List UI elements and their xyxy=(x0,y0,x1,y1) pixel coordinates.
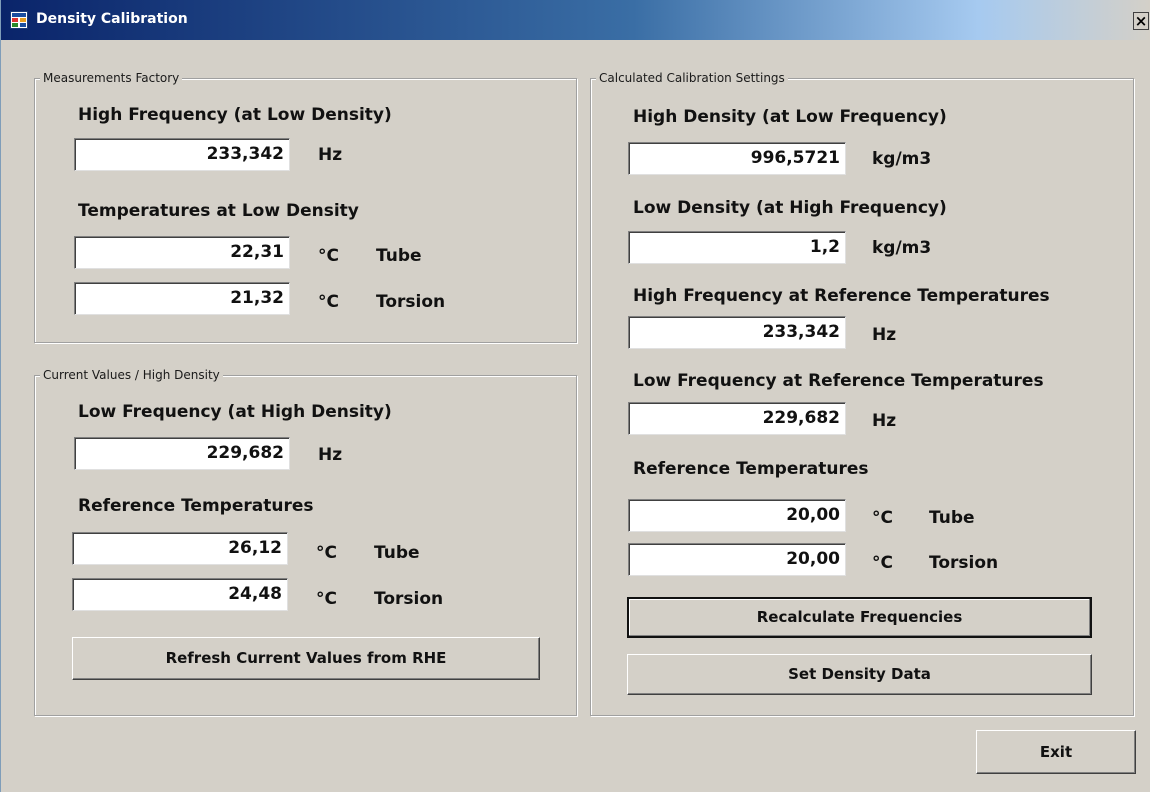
recalculate-frequencies-button[interactable]: Recalculate Frequencies xyxy=(627,597,1092,638)
set-density-data-button[interactable]: Set Density Data xyxy=(627,654,1092,695)
torsion-label: Torsion xyxy=(374,589,444,609)
exit-button[interactable]: Exit xyxy=(976,730,1136,774)
low-frequency-field[interactable]: 229,682 xyxy=(74,437,290,470)
group-legend: Current Values / High Density xyxy=(40,367,223,383)
torsion-temp-unit: °C xyxy=(316,589,337,609)
app-icon xyxy=(10,11,28,29)
torsion-label: Torsion xyxy=(929,553,999,573)
tube-temp-unit: °C xyxy=(318,246,339,266)
high-density-field[interactable]: 996,5721 xyxy=(628,142,846,175)
window-title: Density Calibration xyxy=(36,11,188,27)
close-button[interactable]: × xyxy=(1133,12,1149,30)
low-frequency-reference-label: Low Frequency at Reference Temperatures xyxy=(633,371,1044,391)
temperatures-low-density-label: Temperatures at Low Density xyxy=(78,201,359,221)
high-frequency-label: High Frequency (at Low Density) xyxy=(78,105,392,125)
high-density-label: High Density (at Low Frequency) xyxy=(633,107,947,127)
high-frequency-reference-field[interactable]: 233,342 xyxy=(628,316,846,349)
low-density-unit: kg/m3 xyxy=(872,238,932,258)
high-frequency-field[interactable]: 233,342 xyxy=(74,138,290,171)
current-torsion-temp-field[interactable]: 24,48 xyxy=(72,578,288,611)
low-frequency-reference-field[interactable]: 229,682 xyxy=(628,402,846,435)
torsion-temp-unit: °C xyxy=(318,292,339,312)
high-frequency-reference-unit: Hz xyxy=(872,325,897,345)
current-tube-temp-field[interactable]: 26,12 xyxy=(72,532,288,565)
refresh-current-values-button[interactable]: Refresh Current Values from RHE xyxy=(72,637,540,680)
tube-label: Tube xyxy=(376,246,422,266)
torsion-label: Torsion xyxy=(376,292,446,312)
tube-label: Tube xyxy=(929,508,975,528)
group-legend: Measurements Factory xyxy=(40,70,183,86)
torsion-temp-unit: °C xyxy=(872,553,893,573)
low-frequency-unit: Hz xyxy=(318,445,343,465)
low-frequency-reference-unit: Hz xyxy=(872,411,897,431)
low-frequency-label: Low Frequency (at High Density) xyxy=(78,402,392,422)
reference-temperatures-label: Reference Temperatures xyxy=(633,459,869,479)
title-bar[interactable]: Density Calibration × xyxy=(1,0,1150,40)
low-density-tube-temp-field[interactable]: 22,31 xyxy=(74,236,290,269)
density-calibration-window: Density Calibration × Measurements Facto… xyxy=(0,0,1150,792)
tube-label: Tube xyxy=(374,543,420,563)
low-density-field[interactable]: 1,2 xyxy=(628,231,846,264)
reference-tube-temp-field[interactable]: 20,00 xyxy=(628,499,846,532)
tube-temp-unit: °C xyxy=(316,543,337,563)
reference-temperatures-label: Reference Temperatures xyxy=(78,496,314,516)
high-density-unit: kg/m3 xyxy=(872,149,932,169)
reference-torsion-temp-field[interactable]: 20,00 xyxy=(628,543,846,576)
high-frequency-unit: Hz xyxy=(318,145,343,165)
group-legend: Calculated Calibration Settings xyxy=(596,70,788,86)
high-frequency-reference-label: High Frequency at Reference Temperatures xyxy=(633,286,1050,306)
low-density-label: Low Density (at High Frequency) xyxy=(633,198,947,218)
tube-temp-unit: °C xyxy=(872,508,893,528)
low-density-torsion-temp-field[interactable]: 21,32 xyxy=(74,282,290,315)
